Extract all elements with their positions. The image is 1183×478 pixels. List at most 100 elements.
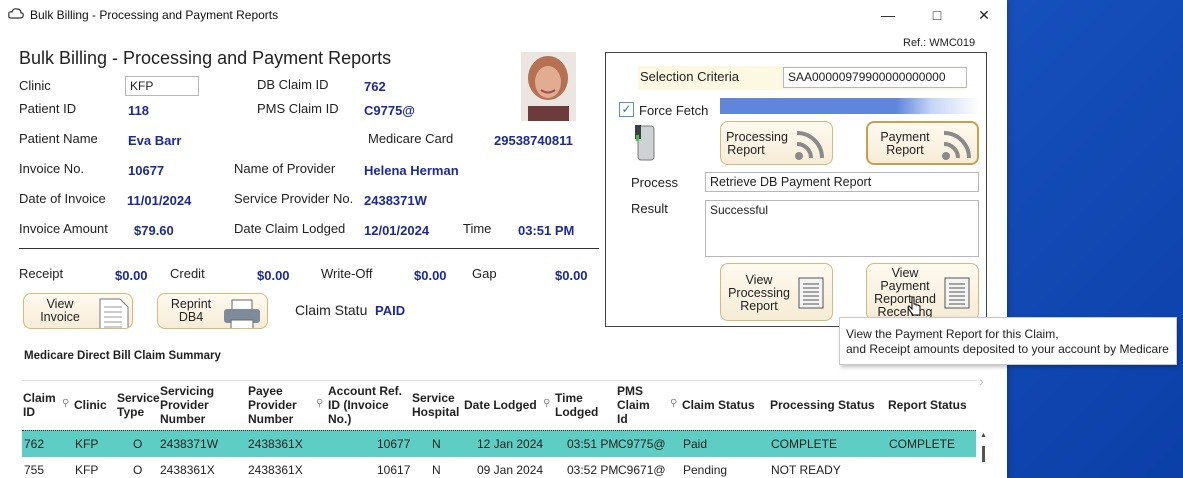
tooltip-line-2: and Receipt amounts deposited to your ac… xyxy=(846,342,1169,356)
cell-claim-status: Paid xyxy=(683,437,708,451)
table-row[interactable]: 762 KFP O 2438371W 2438361X 10677 N 12 J… xyxy=(22,430,976,458)
gap-value: $0.00 xyxy=(555,268,588,283)
date-lodged-label: Date Claim Lodged xyxy=(234,221,346,236)
pms-claim-id-value: C9775@ xyxy=(364,103,415,118)
col-payee-provider[interactable]: Payee Provider Number xyxy=(248,384,316,426)
cell-report-status: COMPLETE xyxy=(889,437,956,451)
search-icon[interactable]: ⚲ xyxy=(670,398,677,409)
col-claim-status[interactable]: Claim Status xyxy=(682,398,762,412)
cell-processing-status: COMPLETE xyxy=(771,437,838,451)
invoice-no-value: 10677 xyxy=(128,163,165,178)
process-label: Process xyxy=(631,175,678,190)
col-service-hospital[interactable]: Service Hospital xyxy=(412,391,462,419)
view-invoice-line2: Invoice xyxy=(40,310,80,324)
patient-id-value: 118 xyxy=(128,103,149,118)
view-processing-report-button[interactable]: View Processing Report xyxy=(720,263,833,321)
claim-status-value: PAID xyxy=(375,303,406,318)
clinic-field[interactable]: KFP xyxy=(125,76,199,96)
provider-name-value: Helena Herman xyxy=(364,163,459,178)
service-provider-label: Service Provider No. xyxy=(234,191,354,206)
col-date-lodged[interactable]: Date Lodged xyxy=(464,398,544,412)
cell-account-ref: 10677 xyxy=(377,437,411,451)
result-field[interactable]: Successful xyxy=(705,200,979,257)
col-report-status[interactable]: Report Status xyxy=(888,398,978,412)
progress-bar xyxy=(720,98,979,114)
scroll-right-icon[interactable]: › xyxy=(979,373,984,389)
receipt-value: $0.00 xyxy=(115,268,148,283)
report-panel: Selection Criteria SAA000009799000000000… xyxy=(605,52,987,327)
cell-claim-id: 755 xyxy=(24,463,45,477)
gap-label: Gap xyxy=(472,266,497,281)
reprint-db4-line2: DB4 xyxy=(178,310,204,324)
search-icon[interactable]: ⚲ xyxy=(543,398,550,409)
app-window: Bulk Billing - Processing and Payment Re… xyxy=(0,0,1007,478)
invoice-amount-label: Invoice Amount xyxy=(19,221,108,236)
maximize-button[interactable]: □ xyxy=(915,3,959,27)
process-field[interactable]: Retrieve DB Payment Report xyxy=(705,172,979,192)
force-fetch-label: Force Fetch xyxy=(639,103,709,118)
scroll-up-icon[interactable]: ▲ xyxy=(980,432,987,439)
writeoff-value: $0.00 xyxy=(414,268,447,283)
col-processing-status[interactable]: Processing Status xyxy=(770,398,880,412)
time-value: 03:51 PM xyxy=(518,223,575,238)
cell-service-hospital: N xyxy=(432,437,441,451)
table-row[interactable]: 755 KFP O 2438361X 2438361X 10617 N 09 J… xyxy=(22,457,976,478)
search-icon[interactable]: ⚲ xyxy=(62,398,69,409)
cell-time-lodged: 03:52 PM xyxy=(567,463,619,477)
credit-value: $0.00 xyxy=(257,268,290,283)
credit-label: Credit xyxy=(170,266,205,281)
search-icon[interactable]: ⚲ xyxy=(316,398,323,409)
selection-criteria-field[interactable]: SAA00000979900000000000 xyxy=(783,67,967,88)
payment-report-line2: Report xyxy=(886,143,924,157)
report-icon xyxy=(943,276,971,313)
scrollbar-thumb[interactable] xyxy=(982,446,985,462)
col-claim-id[interactable]: Claim ID xyxy=(23,391,59,419)
card-reader-icon xyxy=(634,123,660,170)
provider-name-label: Name of Provider xyxy=(234,161,336,176)
receipt-label: Receipt xyxy=(19,266,64,281)
document-icon xyxy=(98,297,130,328)
reprint-db4-button[interactable]: Reprint DB4 xyxy=(157,293,268,329)
title-bar: Bulk Billing - Processing and Payment Re… xyxy=(0,0,1007,30)
payment-report-button[interactable]: Payment Report xyxy=(866,121,979,165)
ref-code: Ref.: WMC019 xyxy=(903,37,976,49)
app-icon xyxy=(8,8,24,23)
col-time-lodged[interactable]: Time Lodged xyxy=(555,391,605,419)
invoice-no-label: Invoice No. xyxy=(19,161,85,176)
col-pms-claim-id[interactable]: PMS Claim Id xyxy=(617,384,657,426)
divider xyxy=(19,248,599,249)
tooltip-line-1: View the Payment Report for this Claim, xyxy=(846,327,1059,341)
page-title: Bulk Billing - Processing and Payment Re… xyxy=(19,48,392,68)
close-button[interactable]: ✕ xyxy=(962,3,1006,27)
col-service-type[interactable]: Service Type xyxy=(117,391,160,419)
summary-table-header: Claim ID ⚲ Clinic Service Type Servicing… xyxy=(22,380,977,432)
cell-payee-provider: 2438361X xyxy=(248,437,303,451)
cell-time-lodged: 03:51 PM xyxy=(567,437,619,451)
result-label: Result xyxy=(631,201,668,216)
patient-photo xyxy=(521,52,576,121)
minimize-button[interactable]: — xyxy=(866,3,910,27)
patient-id-label: Patient ID xyxy=(19,101,77,116)
col-servicing-provider[interactable]: Servicing Provider Number xyxy=(160,384,228,426)
view-invoice-button[interactable]: View Invoice xyxy=(23,293,133,329)
report-icon xyxy=(797,276,825,313)
vertical-scrollbar[interactable]: ▲ xyxy=(979,432,989,478)
cell-pms-claim-id: C9775@ xyxy=(618,437,666,451)
signal-icon xyxy=(940,128,976,163)
col-account-ref[interactable]: Account Ref. ID (Invoice No.) xyxy=(328,384,408,426)
cell-pms-claim-id: C9671@ xyxy=(618,463,666,477)
printer-icon xyxy=(222,298,262,328)
view-processing-line3: Report xyxy=(740,299,778,313)
cell-date-lodged: 12 Jan 2024 xyxy=(477,437,544,451)
claim-status-label: Claim Statu xyxy=(295,302,368,318)
invoice-date-value: 11/01/2024 xyxy=(127,193,192,208)
processing-report-button[interactable]: Processing Report xyxy=(720,121,833,165)
cell-claim-status: Pending xyxy=(683,463,728,477)
col-clinic[interactable]: Clinic xyxy=(74,398,114,412)
cell-payee-provider: 2438361X xyxy=(248,463,303,477)
medicare-card-value: 29538740811 xyxy=(494,133,573,148)
force-fetch-checkbox[interactable]: ✓ xyxy=(619,102,634,117)
cell-account-ref: 10617 xyxy=(377,463,411,477)
medicare-card-label: Medicare Card xyxy=(368,131,454,146)
cell-clinic: KFP xyxy=(75,463,99,477)
